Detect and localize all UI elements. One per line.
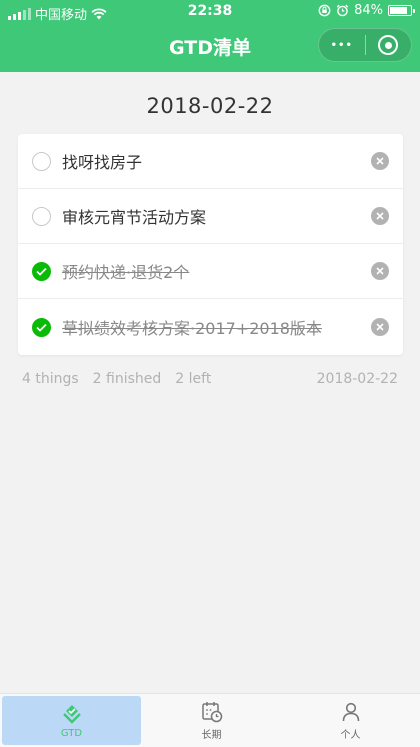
close-icon (376, 212, 384, 220)
task-list: 找呀找房子 审核元宵节活动方案 预约快递·退货2个 草拟绩效考核方案·2017+… (18, 134, 403, 355)
person-icon (342, 702, 359, 722)
delete-task-button[interactable] (371, 318, 389, 336)
task-text[interactable]: 草拟绩效考核方案·2017+2018版本 (62, 315, 371, 339)
more-menu-button[interactable]: ••• (319, 29, 365, 61)
close-miniprogram-button[interactable] (366, 29, 412, 61)
tab-bar: GTD 长期 个人 (0, 693, 420, 747)
task-checkbox[interactable] (32, 317, 51, 337)
close-icon (376, 267, 384, 275)
tab-gtd[interactable]: GTD (2, 696, 141, 745)
finished-count: 2 finished (92, 371, 162, 387)
task-text[interactable]: 预约快递·退货2个 (62, 259, 371, 283)
task-checkbox[interactable] (32, 151, 51, 171)
calendar-clock-icon (201, 702, 222, 723)
task-checkbox[interactable] (32, 206, 51, 226)
task-row: 审核元宵节活动方案 (18, 189, 403, 244)
alarm-icon (336, 4, 349, 17)
list-date: 2018-02-22 (146, 94, 274, 118)
summary-bar: 4 things 2 finished 2 left 2018-02-22 (22, 371, 398, 387)
battery-percent: 84% (354, 3, 383, 18)
delete-task-button[interactable] (371, 152, 389, 170)
task-row: 草拟绩效考核方案·2017+2018版本 (18, 299, 403, 355)
task-row: 预约快递·退货2个 (18, 244, 403, 299)
left-count: 2 left (175, 371, 212, 387)
task-text[interactable]: 审核元宵节活动方案 (62, 204, 371, 228)
capsule-menu: ••• (318, 28, 412, 62)
battery-icon (388, 5, 415, 16)
checkmark-icon (36, 323, 47, 332)
things-count: 4 things (22, 371, 79, 387)
tab-label: 长期 (201, 730, 222, 741)
task-checkbox[interactable] (32, 261, 51, 281)
tab-label: 个人 (340, 730, 361, 741)
status-bar: 中国移动 22:38 84% (0, 0, 420, 24)
gtd-icon (62, 705, 81, 724)
tab-long-term[interactable]: 长期 (142, 694, 281, 747)
summary-date: 2018-02-22 (316, 371, 398, 387)
task-text[interactable]: 找呀找房子 (62, 149, 371, 173)
checkmark-icon (36, 267, 47, 276)
target-icon (378, 35, 399, 55)
task-row: 找呀找房子 (18, 134, 403, 189)
tab-personal[interactable]: 个人 (281, 694, 420, 747)
delete-task-button[interactable] (371, 262, 389, 280)
close-icon (376, 323, 384, 331)
close-icon (376, 157, 384, 165)
header: 中国移动 22:38 84% GTD清单 ••• (0, 0, 420, 72)
rotation-lock-icon (318, 4, 331, 17)
tab-label: GTD (60, 728, 83, 739)
delete-task-button[interactable] (371, 207, 389, 225)
more-dots-icon: ••• (330, 39, 353, 51)
